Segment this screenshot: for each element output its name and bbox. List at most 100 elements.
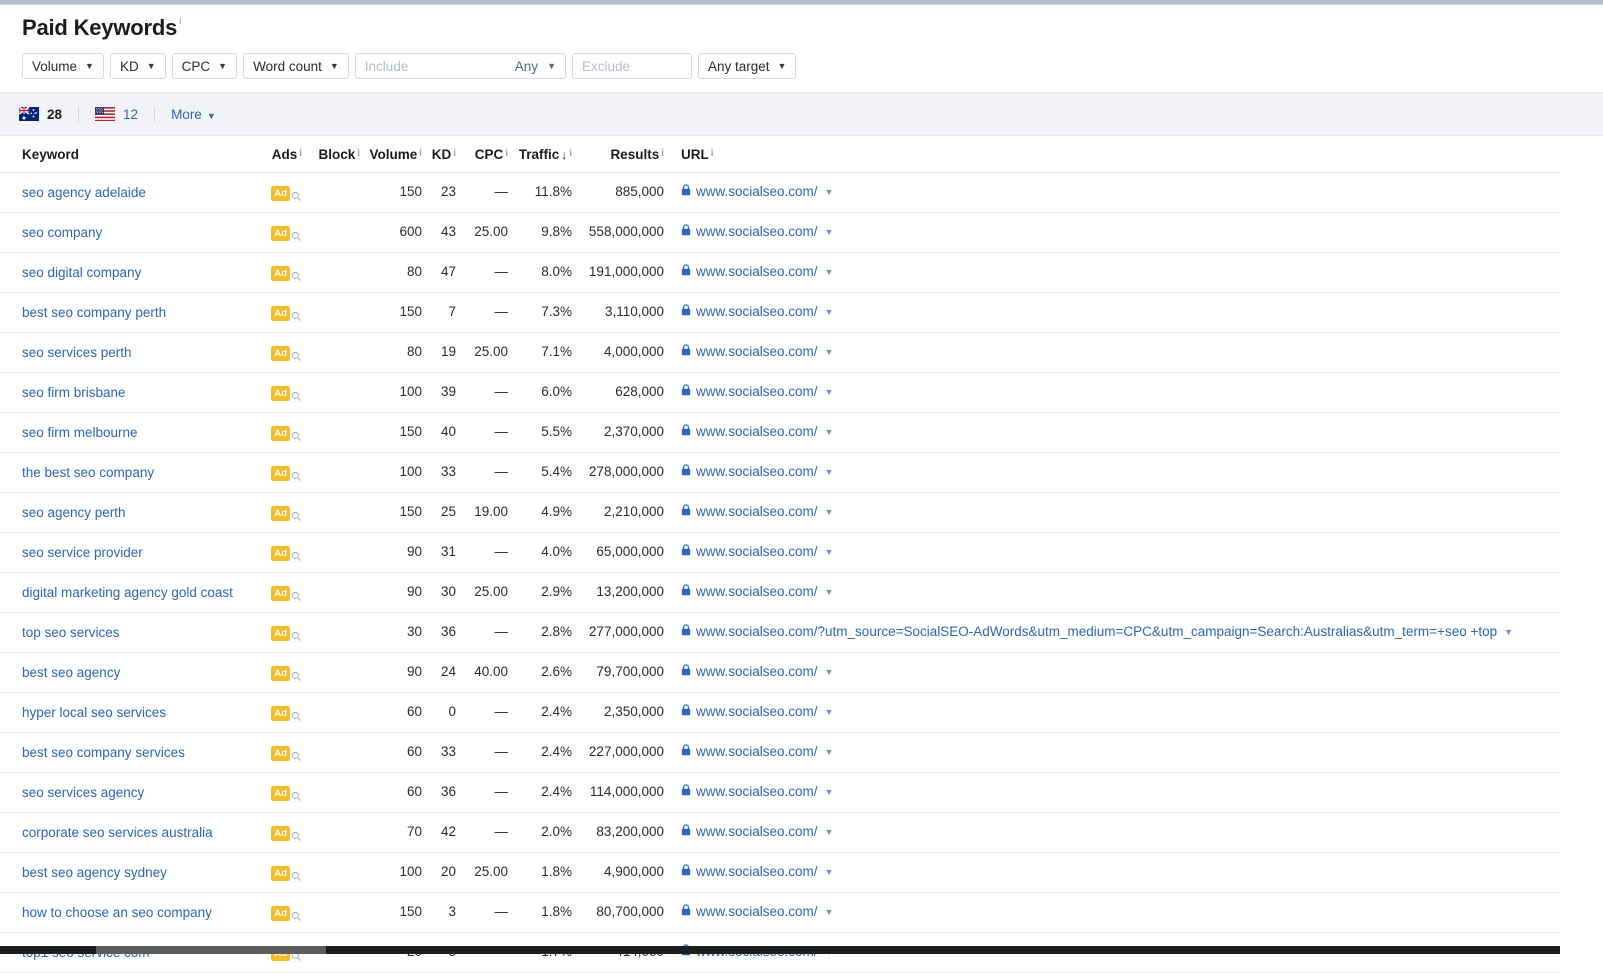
- ad-indicator[interactable]: Ad: [271, 226, 302, 241]
- url-link[interactable]: www.socialseo.com/: [696, 384, 818, 399]
- ad-indicator[interactable]: Ad: [271, 626, 302, 641]
- chevron-down-icon[interactable]: ▼: [825, 907, 834, 917]
- more-countries-dropdown[interactable]: More▼: [171, 107, 216, 122]
- keyword-link[interactable]: best seo company perth: [22, 304, 166, 321]
- column-header-kd[interactable]: KDi: [422, 136, 456, 173]
- keyword-link[interactable]: seo services perth: [22, 344, 132, 361]
- filter-cpc-button[interactable]: CPC ▼: [172, 53, 237, 79]
- url-link[interactable]: www.socialseo.com/: [696, 824, 818, 839]
- keyword-link[interactable]: best seo agency sydney: [22, 864, 167, 881]
- info-icon[interactable]: i: [357, 148, 360, 160]
- target-dropdown[interactable]: Any target ▼: [699, 54, 795, 78]
- search-icon[interactable]: [290, 746, 302, 761]
- include-input[interactable]: [365, 59, 515, 74]
- keyword-link[interactable]: seo services agency: [22, 784, 144, 801]
- search-icon[interactable]: [290, 786, 302, 801]
- url-link[interactable]: www.socialseo.com/: [696, 464, 818, 479]
- url-link[interactable]: www.socialseo.com/: [696, 744, 818, 759]
- column-header-results[interactable]: Resultsi: [572, 136, 664, 173]
- search-icon[interactable]: [290, 466, 302, 481]
- ad-indicator[interactable]: Ad: [271, 426, 302, 441]
- keyword-link[interactable]: digital marketing agency gold coast: [22, 584, 233, 601]
- ad-indicator[interactable]: Ad: [271, 506, 302, 521]
- ad-indicator[interactable]: Ad: [271, 586, 302, 601]
- keyword-link[interactable]: seo company: [22, 224, 102, 241]
- ad-indicator[interactable]: Ad: [271, 746, 302, 761]
- url-link[interactable]: www.socialseo.com/: [696, 224, 818, 239]
- search-icon[interactable]: [290, 226, 302, 241]
- url-link[interactable]: www.socialseo.com/: [696, 704, 818, 719]
- filter-kd-button[interactable]: KD ▼: [110, 53, 166, 79]
- keyword-link[interactable]: seo firm brisbane: [22, 384, 126, 401]
- chevron-down-icon[interactable]: ▼: [825, 747, 834, 757]
- search-icon[interactable]: [290, 706, 302, 721]
- search-icon[interactable]: [290, 866, 302, 881]
- keyword-link[interactable]: seo digital company: [22, 264, 141, 281]
- url-link[interactable]: www.socialseo.com/: [696, 584, 818, 599]
- keyword-link[interactable]: best seo company services: [22, 744, 185, 761]
- ad-indicator[interactable]: Ad: [271, 466, 302, 481]
- column-header-block[interactable]: Blocki: [302, 136, 360, 173]
- info-icon[interactable]: i: [505, 148, 508, 160]
- chevron-down-icon[interactable]: ▼: [825, 507, 834, 517]
- search-icon[interactable]: [290, 626, 302, 641]
- horizontal-scrollbar[interactable]: [0, 946, 1560, 954]
- url-link[interactable]: www.socialseo.com/: [696, 504, 818, 519]
- url-link[interactable]: www.socialseo.com/: [696, 184, 818, 199]
- keyword-link[interactable]: top seo services: [22, 624, 120, 641]
- chevron-down-icon[interactable]: ▼: [825, 787, 834, 797]
- keyword-link[interactable]: seo firm melbourne: [22, 424, 138, 441]
- include-mode-dropdown[interactable]: Any ▼: [506, 54, 565, 78]
- chevron-down-icon[interactable]: ▼: [825, 547, 834, 557]
- search-icon[interactable]: [290, 386, 302, 401]
- keyword-link[interactable]: how to choose an seo company: [22, 904, 212, 921]
- chevron-down-icon[interactable]: ▼: [825, 187, 834, 197]
- search-icon[interactable]: [290, 306, 302, 321]
- url-link[interactable]: www.socialseo.com/: [696, 904, 818, 919]
- keyword-link[interactable]: best seo agency: [22, 664, 120, 681]
- filter-word-count-button[interactable]: Word count ▼: [243, 53, 349, 79]
- chevron-down-icon[interactable]: ▼: [825, 227, 834, 237]
- url-link[interactable]: www.socialseo.com/: [696, 864, 818, 879]
- keyword-link[interactable]: seo agency adelaide: [22, 184, 146, 201]
- search-icon[interactable]: [290, 506, 302, 521]
- horizontal-scrollbar-thumb[interactable]: [96, 946, 326, 954]
- ad-indicator[interactable]: Ad: [271, 306, 302, 321]
- ad-indicator[interactable]: Ad: [271, 826, 302, 841]
- search-icon[interactable]: [290, 666, 302, 681]
- search-icon[interactable]: [290, 266, 302, 281]
- url-link[interactable]: www.socialseo.com/: [696, 304, 818, 319]
- column-header-keyword[interactable]: Keyword: [0, 136, 250, 173]
- url-link[interactable]: www.socialseo.com/: [696, 664, 818, 679]
- column-header-url[interactable]: URLi: [664, 136, 1560, 173]
- chevron-down-icon[interactable]: ▼: [825, 467, 834, 477]
- search-icon[interactable]: [290, 826, 302, 841]
- country-tab-australia[interactable]: 28: [19, 107, 62, 122]
- keyword-link[interactable]: corporate seo services australia: [22, 824, 213, 841]
- url-link[interactable]: www.socialseo.com/: [696, 344, 818, 359]
- chevron-down-icon[interactable]: ▼: [825, 267, 834, 277]
- ad-indicator[interactable]: Ad: [271, 346, 302, 361]
- chevron-down-icon[interactable]: ▼: [825, 827, 834, 837]
- search-icon[interactable]: [290, 906, 302, 921]
- ad-indicator[interactable]: Ad: [271, 786, 302, 801]
- column-header-ads[interactable]: Adsi: [250, 136, 302, 173]
- country-tab-united-states[interactable]: 12: [95, 107, 138, 122]
- keyword-link[interactable]: seo agency perth: [22, 504, 126, 521]
- info-icon[interactable]: i: [711, 148, 714, 160]
- url-link[interactable]: www.socialseo.com/: [696, 544, 818, 559]
- ad-indicator[interactable]: Ad: [271, 666, 302, 681]
- ad-indicator[interactable]: Ad: [271, 186, 302, 201]
- search-icon[interactable]: [290, 546, 302, 561]
- info-icon[interactable]: i: [661, 148, 664, 160]
- keyword-link[interactable]: the best seo company: [22, 464, 154, 481]
- chevron-down-icon[interactable]: ▼: [825, 427, 834, 437]
- chevron-down-icon[interactable]: ▼: [825, 867, 834, 877]
- search-icon[interactable]: [290, 346, 302, 361]
- keyword-link[interactable]: seo service provider: [22, 544, 143, 561]
- page-title-info-icon[interactable]: i: [179, 16, 181, 28]
- filter-volume-button[interactable]: Volume ▼: [22, 53, 104, 79]
- chevron-down-icon[interactable]: ▼: [1504, 627, 1513, 637]
- ad-indicator[interactable]: Ad: [271, 706, 302, 721]
- chevron-down-icon[interactable]: ▼: [825, 587, 834, 597]
